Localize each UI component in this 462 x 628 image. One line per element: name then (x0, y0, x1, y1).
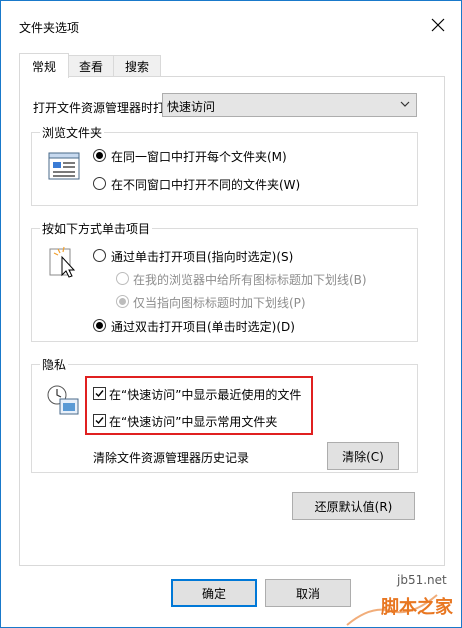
radio-same-window[interactable] (93, 149, 106, 162)
single-click-label: 通过单击打开项目(指向时选定)(S) (111, 250, 294, 264)
checkmark-icon (95, 390, 104, 398)
window-title: 文件夹选项 (19, 21, 80, 35)
same-window-label: 在同一窗口中打开每个文件夹(M) (111, 150, 287, 164)
pointer-click-icon (49, 246, 76, 278)
restore-defaults-button[interactable]: 还原默认值(R) (292, 492, 415, 520)
ok-button[interactable]: 确定 (171, 579, 257, 607)
open-in-label: 打开文件资源管理器时打 (33, 101, 166, 115)
browse-folders-group: 浏览文件夹 (31, 124, 418, 206)
underline-all-label: 在我的浏览器中给所有图标标题加下划线(B) (133, 273, 367, 287)
ok-button-label: 确定 (201, 586, 226, 601)
tab-view-label: 查看 (78, 60, 103, 74)
cancel-button-label: 取消 (295, 586, 320, 601)
radio-underline-all[interactable] (116, 272, 129, 285)
close-button[interactable] (425, 13, 451, 37)
clear-button-label: 清除(C) (342, 449, 384, 464)
cancel-button[interactable]: 取消 (265, 579, 351, 607)
tab-view[interactable]: 查看 (68, 55, 114, 77)
title-bar: 文件夹选项 (1, 1, 461, 45)
folder-window-icon (48, 152, 80, 180)
tab-search[interactable]: 搜索 (113, 55, 161, 77)
folder-options-window: 文件夹选项 常规 查看 搜索 打开文件资源管理器时打 快速访问 浏览文件夹 在同… (0, 0, 462, 628)
checkbox-recent-files[interactable] (93, 387, 106, 400)
open-in-dropdown[interactable]: 快速访问 (162, 93, 417, 117)
privacy-clock-icon (47, 385, 79, 415)
restore-defaults-label: 还原默认值(R) (314, 499, 393, 514)
click-items-title: 按如下方式单击项目 (40, 220, 153, 237)
radio-single-click[interactable] (93, 249, 106, 262)
clear-button[interactable]: 清除(C) (327, 442, 399, 470)
underline-hover-label: 仅当指向图标标题时加下划线(P) (133, 296, 306, 310)
tab-search-label: 搜索 (124, 60, 149, 74)
radio-double-click[interactable] (93, 319, 106, 332)
privacy-title: 隐私 (40, 356, 69, 373)
browse-folders-title: 浏览文件夹 (40, 124, 105, 141)
clear-history-label: 清除文件资源管理器历史记录 (93, 451, 250, 465)
watermark-site: jb51.net (397, 573, 447, 587)
close-icon (431, 18, 445, 32)
watermark-brand: 脚本之家 (381, 597, 453, 618)
open-in-value: 快速访问 (167, 100, 216, 114)
radio-underline-hover[interactable] (116, 295, 129, 308)
checkbox-frequent-folders[interactable] (93, 414, 106, 427)
chevron-down-icon (400, 101, 410, 107)
new-window-label: 在不同窗口中打开不同的文件夹(W) (111, 178, 301, 192)
frequent-folders-label: 在“快速访问”中显示常用文件夹 (109, 415, 278, 429)
watermark: jb51.net 脚本之家 (341, 565, 461, 627)
tab-general[interactable]: 常规 (19, 53, 69, 78)
recent-files-label: 在“快速访问”中显示最近使用的文件 (109, 388, 302, 402)
tab-general-label: 常规 (31, 59, 56, 74)
checkmark-icon (95, 417, 104, 425)
radio-new-window[interactable] (93, 177, 106, 190)
double-click-label: 通过双击打开项目(单击时选定)(D) (111, 320, 295, 334)
